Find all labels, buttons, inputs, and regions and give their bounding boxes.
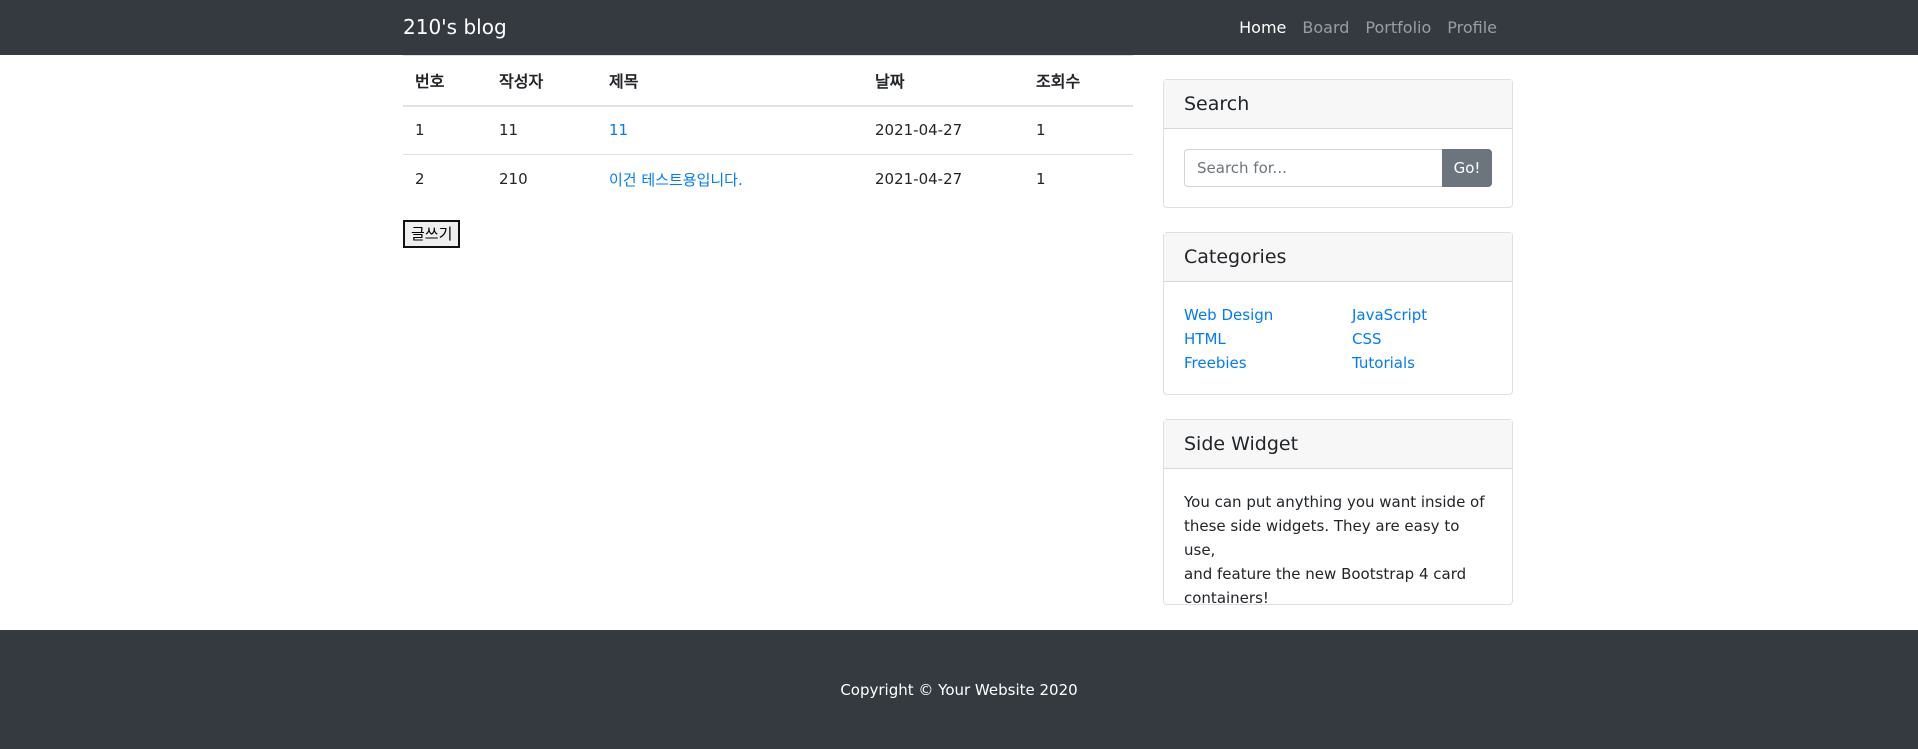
table-row: 2 210 이건 테스트용입니다. 2021-04-27 1 — [403, 154, 1133, 204]
search-group: Go! — [1184, 149, 1492, 187]
cell-title: 이건 테스트용입니다. — [597, 154, 863, 204]
nav-links: Home Board Portfolio Profile — [1231, 17, 1505, 39]
side-widget-line: You can put anything you want inside of — [1184, 493, 1485, 511]
category-javascript[interactable]: JavaScript — [1352, 303, 1494, 327]
navbar: 210's blog Home Board Portfolio Profile — [0, 0, 1918, 55]
category-tutorials[interactable]: Tutorials — [1352, 351, 1494, 375]
header-author: 작성자 — [487, 55, 597, 107]
nav-home[interactable]: Home — [1231, 17, 1294, 39]
board-table: 번호 작성자 제목 날짜 조회수 1 11 11 2021-04-27 1 2 … — [403, 55, 1133, 204]
category-web-design[interactable]: Web Design — [1184, 303, 1352, 327]
search-card-title: Search — [1164, 80, 1512, 129]
header-number: 번호 — [403, 55, 487, 107]
search-input[interactable] — [1184, 149, 1442, 187]
side-widget-line: these side widgets. They are easy to use… — [1184, 517, 1460, 559]
cell-number: 2 — [403, 154, 487, 204]
category-css[interactable]: CSS — [1352, 327, 1494, 351]
categories-card-title: Categories — [1164, 233, 1512, 282]
search-card: Search Go! — [1163, 79, 1513, 208]
footer-copyright: Copyright © Your Website 2020 — [840, 681, 1078, 699]
cell-title: 11 — [597, 106, 863, 155]
header-views: 조회수 — [1024, 55, 1133, 107]
category-html[interactable]: HTML — [1184, 327, 1352, 351]
side-widget-line: containers! — [1184, 589, 1269, 607]
cell-number: 1 — [415, 121, 425, 140]
table-row: 1 11 11 2021-04-27 1 — [403, 106, 1133, 155]
table-header-row: 번호 작성자 제목 날짜 조회수 — [403, 55, 1133, 107]
side-widget-line: and feature the new Bootstrap 4 card — [1184, 565, 1467, 583]
categories-card: Categories Web Design JavaScript HTML CS… — [1163, 232, 1513, 395]
cell-author: 11 — [499, 121, 519, 140]
board-section: 번호 작성자 제목 날짜 조회수 1 11 11 2021-04-27 1 2 … — [403, 55, 1133, 248]
cell-date: 2021-04-27 — [875, 121, 963, 140]
post-title-link[interactable]: 이건 테스트용입니다. — [609, 171, 743, 189]
brand-link[interactable]: 210's blog — [403, 14, 507, 41]
category-list: Web Design JavaScript HTML CSS Freebies … — [1184, 303, 1492, 375]
side-widget-card: Side Widget You can put anything you wan… — [1163, 419, 1513, 607]
cell-date: 2021-04-27 — [863, 154, 1024, 204]
category-freebies[interactable]: Freebies — [1184, 351, 1352, 375]
nav-portfolio[interactable]: Portfolio — [1357, 17, 1439, 39]
side-widget-title: Side Widget — [1164, 420, 1512, 469]
write-button[interactable]: 글쓰기 — [403, 220, 461, 248]
nav-board[interactable]: Board — [1294, 17, 1357, 39]
cell-views: 1 — [1036, 121, 1046, 140]
cell-views: 1 — [1024, 154, 1133, 204]
cell-author: 210 — [487, 154, 597, 204]
footer: Copyright © Your Website 2020 — [0, 630, 1918, 749]
header-title: 제목 — [597, 55, 863, 107]
post-title-link[interactable]: 11 — [609, 121, 628, 139]
header-date: 날짜 — [863, 55, 1024, 107]
side-widget-text: You can put anything you want inside of … — [1184, 490, 1492, 610]
search-go-button[interactable]: Go! — [1442, 149, 1492, 187]
nav-profile[interactable]: Profile — [1439, 17, 1505, 39]
